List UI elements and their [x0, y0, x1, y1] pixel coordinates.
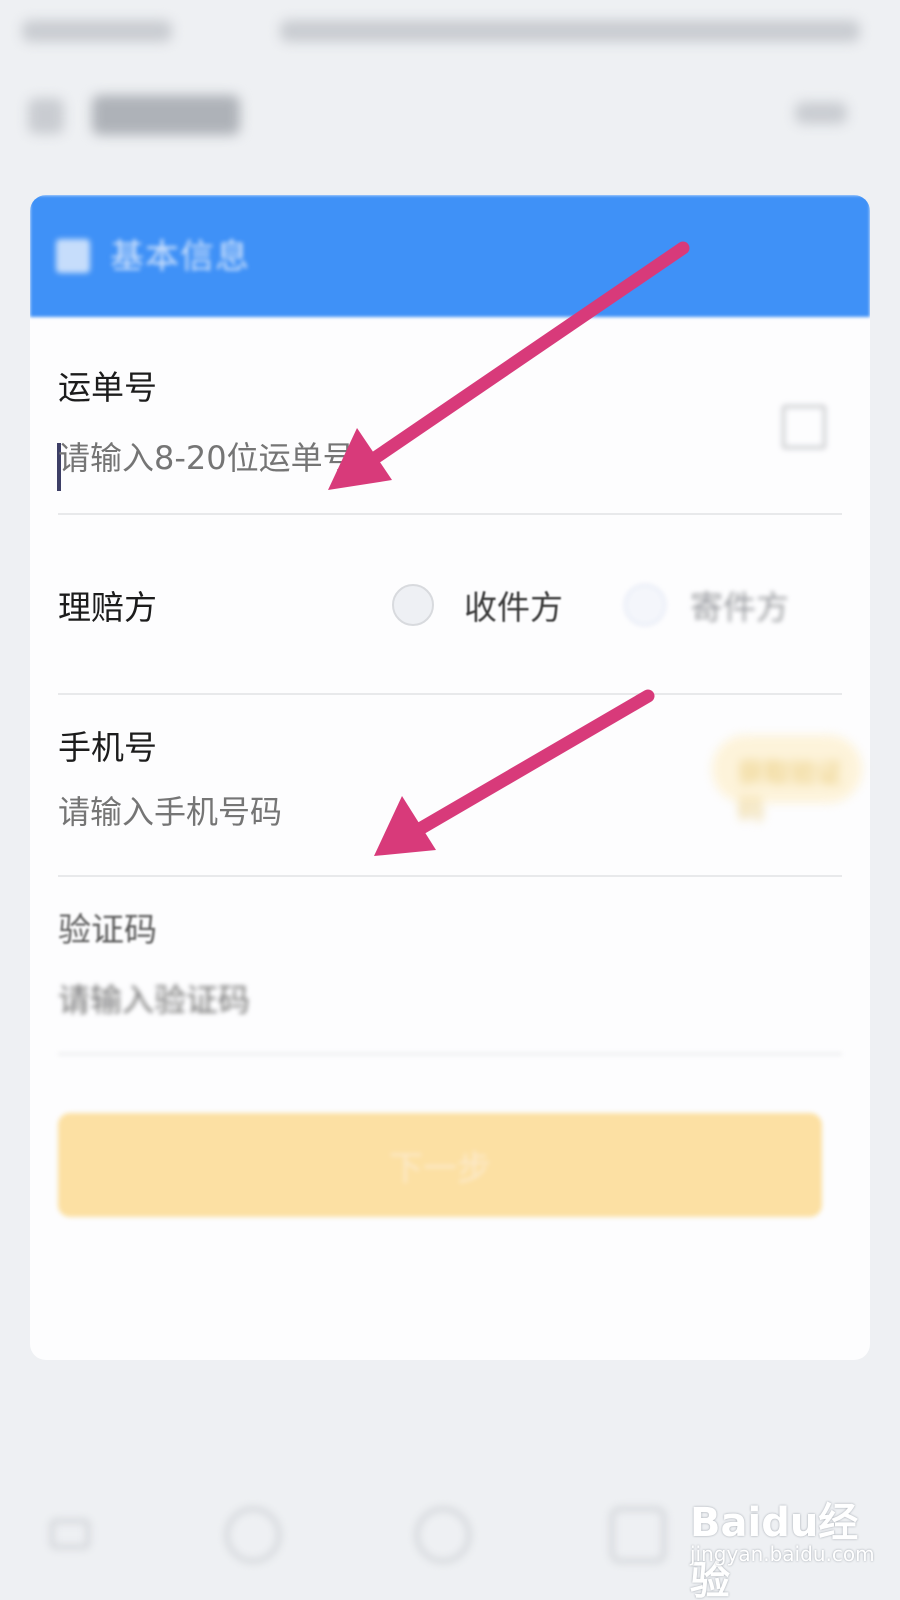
nav-back-icon[interactable]: [50, 1519, 90, 1549]
phone-label: 手机号: [58, 728, 157, 767]
watermark-url: jingyan.baidu.com: [690, 1542, 875, 1566]
section-title: 基本信息: [110, 237, 250, 277]
more-icon[interactable]: [795, 102, 847, 124]
divider: [58, 875, 842, 877]
radio-sender-label[interactable]: 寄件方: [690, 581, 789, 629]
code-label: 验证码: [58, 910, 157, 949]
radio-sender[interactable]: [624, 584, 666, 626]
status-bar: [0, 0, 900, 70]
baidu-watermark: Baidu经验 jingyan.baidu.com: [690, 1490, 890, 1600]
divider: [58, 693, 842, 695]
divider: [58, 513, 842, 515]
app-bar: [0, 70, 900, 170]
waybill-input[interactable]: [58, 439, 658, 477]
divider: [58, 1053, 842, 1055]
carrier-blur: [22, 20, 172, 42]
info-icon: [56, 239, 90, 273]
radio-recipient-label[interactable]: 收件方: [464, 581, 563, 629]
claimant-label: 理赔方: [58, 588, 157, 627]
code-input[interactable]: [58, 981, 658, 1019]
phone-input[interactable]: [58, 793, 658, 831]
next-button[interactable]: 下一步: [58, 1113, 822, 1217]
waybill-label: 运单号: [58, 368, 157, 407]
page-title-blur: [92, 95, 240, 135]
radio-recipient[interactable]: [392, 584, 434, 626]
nav-home-icon[interactable]: [415, 1507, 471, 1563]
nav-tabs-icon[interactable]: [610, 1507, 666, 1563]
back-icon[interactable]: [28, 98, 64, 134]
nav-share-icon[interactable]: [225, 1507, 281, 1563]
status-icons-blur: [280, 20, 860, 42]
send-code-button[interactable]: 获取验证码: [712, 735, 862, 826]
scan-icon[interactable]: [782, 405, 826, 449]
